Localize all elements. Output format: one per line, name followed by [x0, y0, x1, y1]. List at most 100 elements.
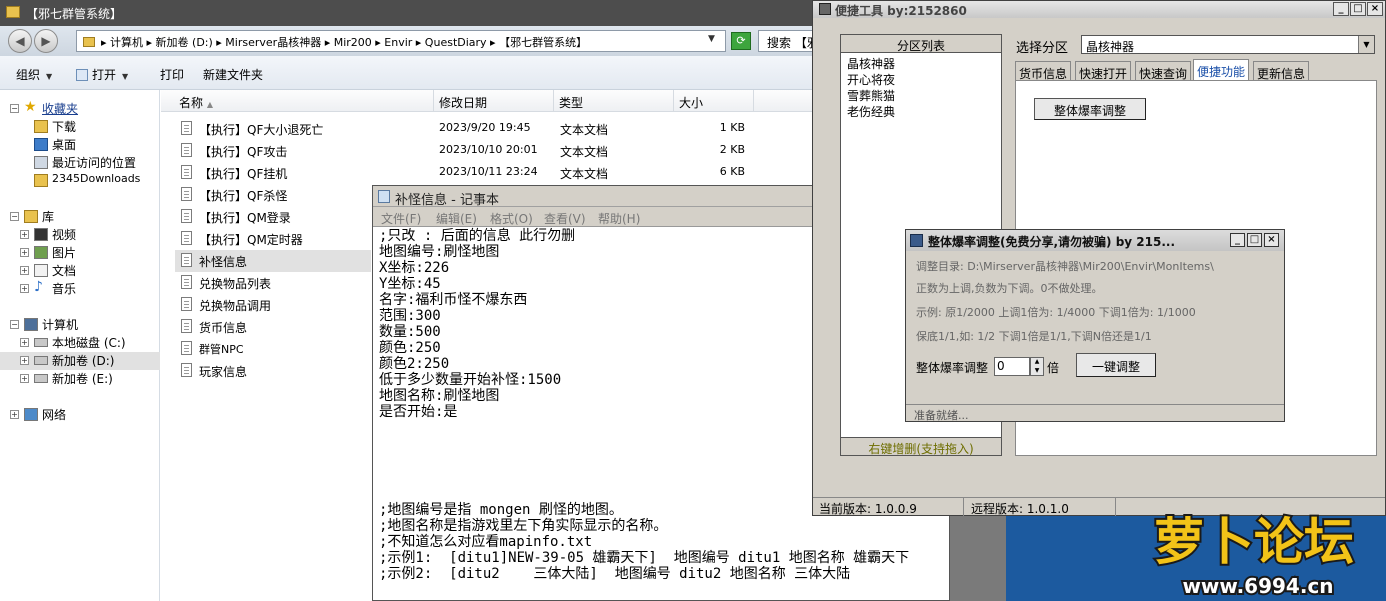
partition-item[interactable]: 开心将夜 — [847, 71, 895, 88]
file-name: 兑换物品调用 — [199, 299, 272, 313]
collapse-icon[interactable]: − — [10, 212, 19, 221]
address-bar[interactable]: ▸ 计算机 ▸ 新加卷 (D:) ▸ Mirserver晶核神器 ▸ Mir20… — [76, 30, 726, 52]
spin-up-icon[interactable]: ▲ — [1031, 358, 1043, 366]
file-name: 【执行】QF大小退死亡 — [199, 123, 324, 137]
collapse-icon[interactable]: − — [10, 320, 19, 329]
text-line: 颜色:250 — [379, 340, 441, 356]
star-icon: ★ — [24, 99, 37, 115]
expand-icon[interactable]: + — [20, 266, 29, 275]
column-divider[interactable] — [553, 90, 554, 112]
nav-label: 计算机 — [42, 318, 79, 332]
open-button[interactable]: 打开 ▼ — [76, 66, 128, 83]
partition-item[interactable]: 雪葬熊猫 — [847, 87, 895, 104]
close-button[interactable]: × — [1367, 2, 1383, 16]
organize-label: 组织 — [16, 68, 41, 82]
organize-button[interactable]: 组织 ▼ — [16, 66, 52, 83]
overall-drop-rate-button[interactable]: 整体爆率调整 — [1034, 98, 1146, 120]
column-name[interactable]: 名称 ▲ — [179, 94, 213, 111]
address-row: ◀ ▶ ▸ 计算机 ▸ 新加卷 (D:) ▸ Mirserver晶核神器 ▸ M… — [0, 26, 818, 56]
status-divider — [963, 498, 964, 516]
column-type[interactable]: 类型 — [559, 94, 583, 111]
file-row[interactable]: 【执行】QF大小退死亡 2023/9/20 19:45 文本文档 1 KB — [175, 118, 745, 140]
menu-format[interactable]: 格式(O) — [490, 210, 533, 227]
search-input[interactable]: 搜索 【邪 — [758, 30, 818, 52]
column-divider[interactable] — [433, 90, 434, 112]
drive-icon — [34, 338, 48, 347]
column-size[interactable]: 大小 — [679, 94, 703, 111]
new-folder-button[interactable]: 新建文件夹 — [203, 66, 263, 83]
minimize-button[interactable]: _ — [1333, 2, 1349, 16]
file-name: 兑换物品列表 — [199, 277, 272, 291]
text-file-icon — [181, 143, 192, 157]
multiplier-input[interactable]: 0 — [994, 357, 1030, 376]
file-name: 补怪信息 — [199, 255, 248, 269]
partition-item[interactable]: 晶核神器 — [847, 55, 895, 72]
tab-currency[interactable]: 货币信息 — [1015, 61, 1072, 81]
file-row[interactable]: 【执行】QF挂机 2023/10/11 23:24 文本文档 6 KB — [175, 162, 745, 184]
network-icon — [24, 408, 38, 421]
file-row-selected[interactable]: 补怪信息 — [175, 250, 371, 272]
column-divider[interactable] — [673, 90, 674, 112]
menu-file[interactable]: 文件(F) — [381, 210, 421, 227]
text-file-icon — [181, 253, 192, 267]
column-date[interactable]: 修改日期 — [439, 94, 487, 111]
multiplier-spinner[interactable]: ▲ ▼ — [1030, 357, 1044, 376]
menu-help[interactable]: 帮助(H) — [598, 210, 640, 227]
text-line: 范围:300 — [379, 308, 441, 324]
nav-disk-d[interactable]: + 新加卷 (D:) — [0, 352, 160, 370]
tool-title: 便捷工具 by:2152860 — [835, 4, 967, 18]
forward-button[interactable]: ▶ — [34, 29, 58, 53]
file-row[interactable]: 【执行】QF攻击 2023/10/10 20:01 文本文档 2 KB — [175, 140, 745, 162]
text-file-icon — [181, 121, 192, 135]
minimize-button[interactable]: _ — [1230, 233, 1245, 247]
menu-edit[interactable]: 编辑(E) — [436, 210, 477, 227]
maximize-button[interactable]: □ — [1350, 2, 1366, 16]
app-icon — [819, 3, 831, 15]
expand-icon[interactable]: + — [10, 410, 19, 419]
expand-icon[interactable]: + — [20, 248, 29, 257]
explorer-title: 【邪七群管系统】 — [26, 7, 123, 21]
text-file-icon — [181, 165, 192, 179]
file-name: 【执行】QF攻击 — [199, 145, 288, 159]
recent-places-icon — [34, 156, 48, 169]
chevron-down-icon[interactable]: ▼ — [1358, 36, 1374, 53]
maximize-button[interactable]: □ — [1247, 233, 1262, 247]
notepad-title: 补怪信息 - 记事本 — [395, 193, 499, 208]
menu-view[interactable]: 查看(V) — [544, 210, 586, 227]
text-file-icon — [181, 187, 192, 201]
partition-item[interactable]: 老伤经典 — [847, 103, 895, 120]
close-button[interactable]: × — [1264, 233, 1279, 247]
tab-update-info[interactable]: 更新信息 — [1253, 61, 1310, 81]
status-divider — [1115, 498, 1116, 516]
text-line: ;示例2: [ditu2 三体大陆] 地图编号 ditu2 地图名称 三体大陆 — [379, 566, 851, 582]
expand-icon[interactable]: + — [20, 356, 29, 365]
nav-label: 新加卷 (E:) — [52, 372, 113, 386]
hint-text: 正数为上调,负数为下调。0不做处理。 — [916, 282, 1103, 295]
expand-icon[interactable]: + — [20, 338, 29, 347]
nav-label: 库 — [42, 210, 55, 224]
file-date: 2023/9/20 19:45 — [439, 121, 531, 134]
tool-titlebar: 便捷工具 by:2152860 _ □ × — [813, 1, 1385, 18]
desktop-icon — [34, 138, 48, 151]
refresh-button[interactable]: ⟳ — [731, 32, 751, 50]
collapse-icon[interactable]: − — [10, 104, 19, 113]
spin-down-icon[interactable]: ▼ — [1031, 367, 1043, 375]
explorer-toolbar: 组织 ▼ 打开 ▼ 打印 新建文件夹 — [0, 56, 818, 90]
tab-quick-open[interactable]: 快速打开 — [1075, 61, 1132, 81]
apply-adjust-button[interactable]: 一键调整 — [1076, 353, 1156, 377]
partition-select[interactable]: 晶核神器 ▼ — [1081, 35, 1375, 54]
expand-icon[interactable]: + — [20, 230, 29, 239]
tab-utilities[interactable]: 便捷功能 — [1193, 59, 1250, 81]
computer-icon — [24, 318, 38, 331]
print-button[interactable]: 打印 — [160, 66, 184, 83]
partition-select-value: 晶核神器 — [1086, 40, 1135, 54]
text-file-icon — [181, 209, 192, 223]
chevron-down-icon[interactable]: ▼ — [708, 34, 715, 44]
expand-icon[interactable]: + — [20, 374, 29, 383]
expand-icon[interactable]: + — [20, 284, 29, 293]
dialog-titlebar: 整体爆率调整(免费分享,请勿被骗) by 215... _ □ × — [906, 230, 1284, 251]
nav-label: 视频 — [52, 228, 77, 242]
back-button[interactable]: ◀ — [8, 29, 32, 53]
tab-quick-query[interactable]: 快速查询 — [1135, 61, 1192, 81]
column-divider[interactable] — [753, 90, 754, 112]
